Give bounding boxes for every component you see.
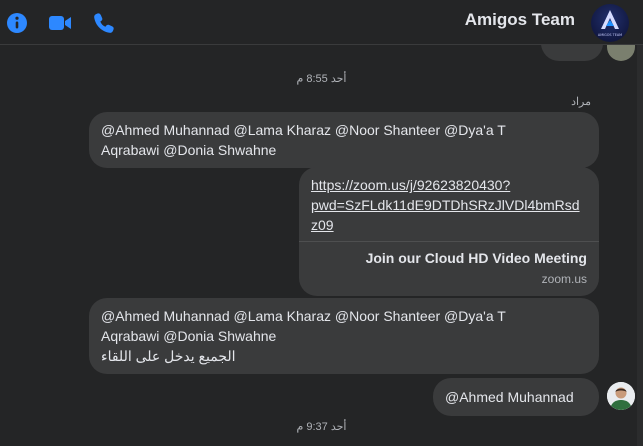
link-preview-domain: zoom.us bbox=[541, 272, 587, 286]
message-timestamp: أحد 8:55 م bbox=[296, 73, 347, 85]
link-url-line: z09 bbox=[311, 217, 334, 233]
message-line: الجميع يدخل على اللقاء bbox=[101, 348, 236, 364]
zoom-link[interactable]: https://zoom.us/j/92623820430? pwd=SzFLd… bbox=[311, 175, 591, 235]
message-line: @Ahmed Muhannad @Lama Kharaz @Noor Shant… bbox=[101, 308, 506, 324]
message-list[interactable]: أحد 8:55 م مراد @Ahmed Muhannad @Lama Kh… bbox=[0, 45, 643, 446]
message-bubble[interactable]: @Ahmed Muhannad @Lama Kharaz @Noor Shant… bbox=[89, 298, 599, 374]
message-bubble[interactable]: @Ahmed Muhannad @Lama Kharaz @Noor Shant… bbox=[89, 112, 599, 168]
message-line: Aqrabawi @Donia Shwahne bbox=[101, 328, 277, 344]
sender-name: مراد bbox=[571, 96, 591, 108]
link-preview-title[interactable]: Join our Cloud HD Video Meeting bbox=[366, 250, 587, 266]
message-line: Aqrabawi @Donia Shwahne bbox=[101, 142, 277, 158]
chat-header: Amigos Team AMIGOS TEAM bbox=[0, 0, 643, 45]
link-url-line: pwd=SzFLdk11dE9DTDhSRzJlVDl4bmRsd bbox=[311, 197, 580, 213]
video-call-icon[interactable] bbox=[47, 10, 73, 36]
chat-scrollbar[interactable] bbox=[637, 45, 643, 446]
conversation-title[interactable]: Amigos Team bbox=[465, 10, 575, 30]
sender-avatar[interactable] bbox=[607, 382, 635, 410]
previous-message-bubble bbox=[541, 45, 603, 61]
info-icon[interactable] bbox=[4, 10, 30, 36]
group-avatar[interactable]: AMIGOS TEAM bbox=[591, 4, 629, 42]
link-preview-card[interactable]: https://zoom.us/j/92623820430? pwd=SzFLd… bbox=[299, 167, 599, 296]
phone-call-icon[interactable] bbox=[91, 10, 117, 36]
group-avatar-text: AMIGOS TEAM bbox=[598, 33, 622, 37]
link-divider bbox=[299, 241, 599, 242]
previous-sender-avatar bbox=[607, 45, 635, 61]
link-url-line: https://zoom.us/j/92623820430? bbox=[311, 177, 511, 193]
message-line: @Ahmed Muhannad bbox=[445, 389, 574, 405]
message-timestamp: أحد 9:37 م bbox=[296, 421, 347, 433]
message-bubble[interactable]: @Ahmed Muhannad bbox=[433, 378, 599, 416]
message-line: @Ahmed Muhannad @Lama Kharaz @Noor Shant… bbox=[101, 122, 506, 138]
